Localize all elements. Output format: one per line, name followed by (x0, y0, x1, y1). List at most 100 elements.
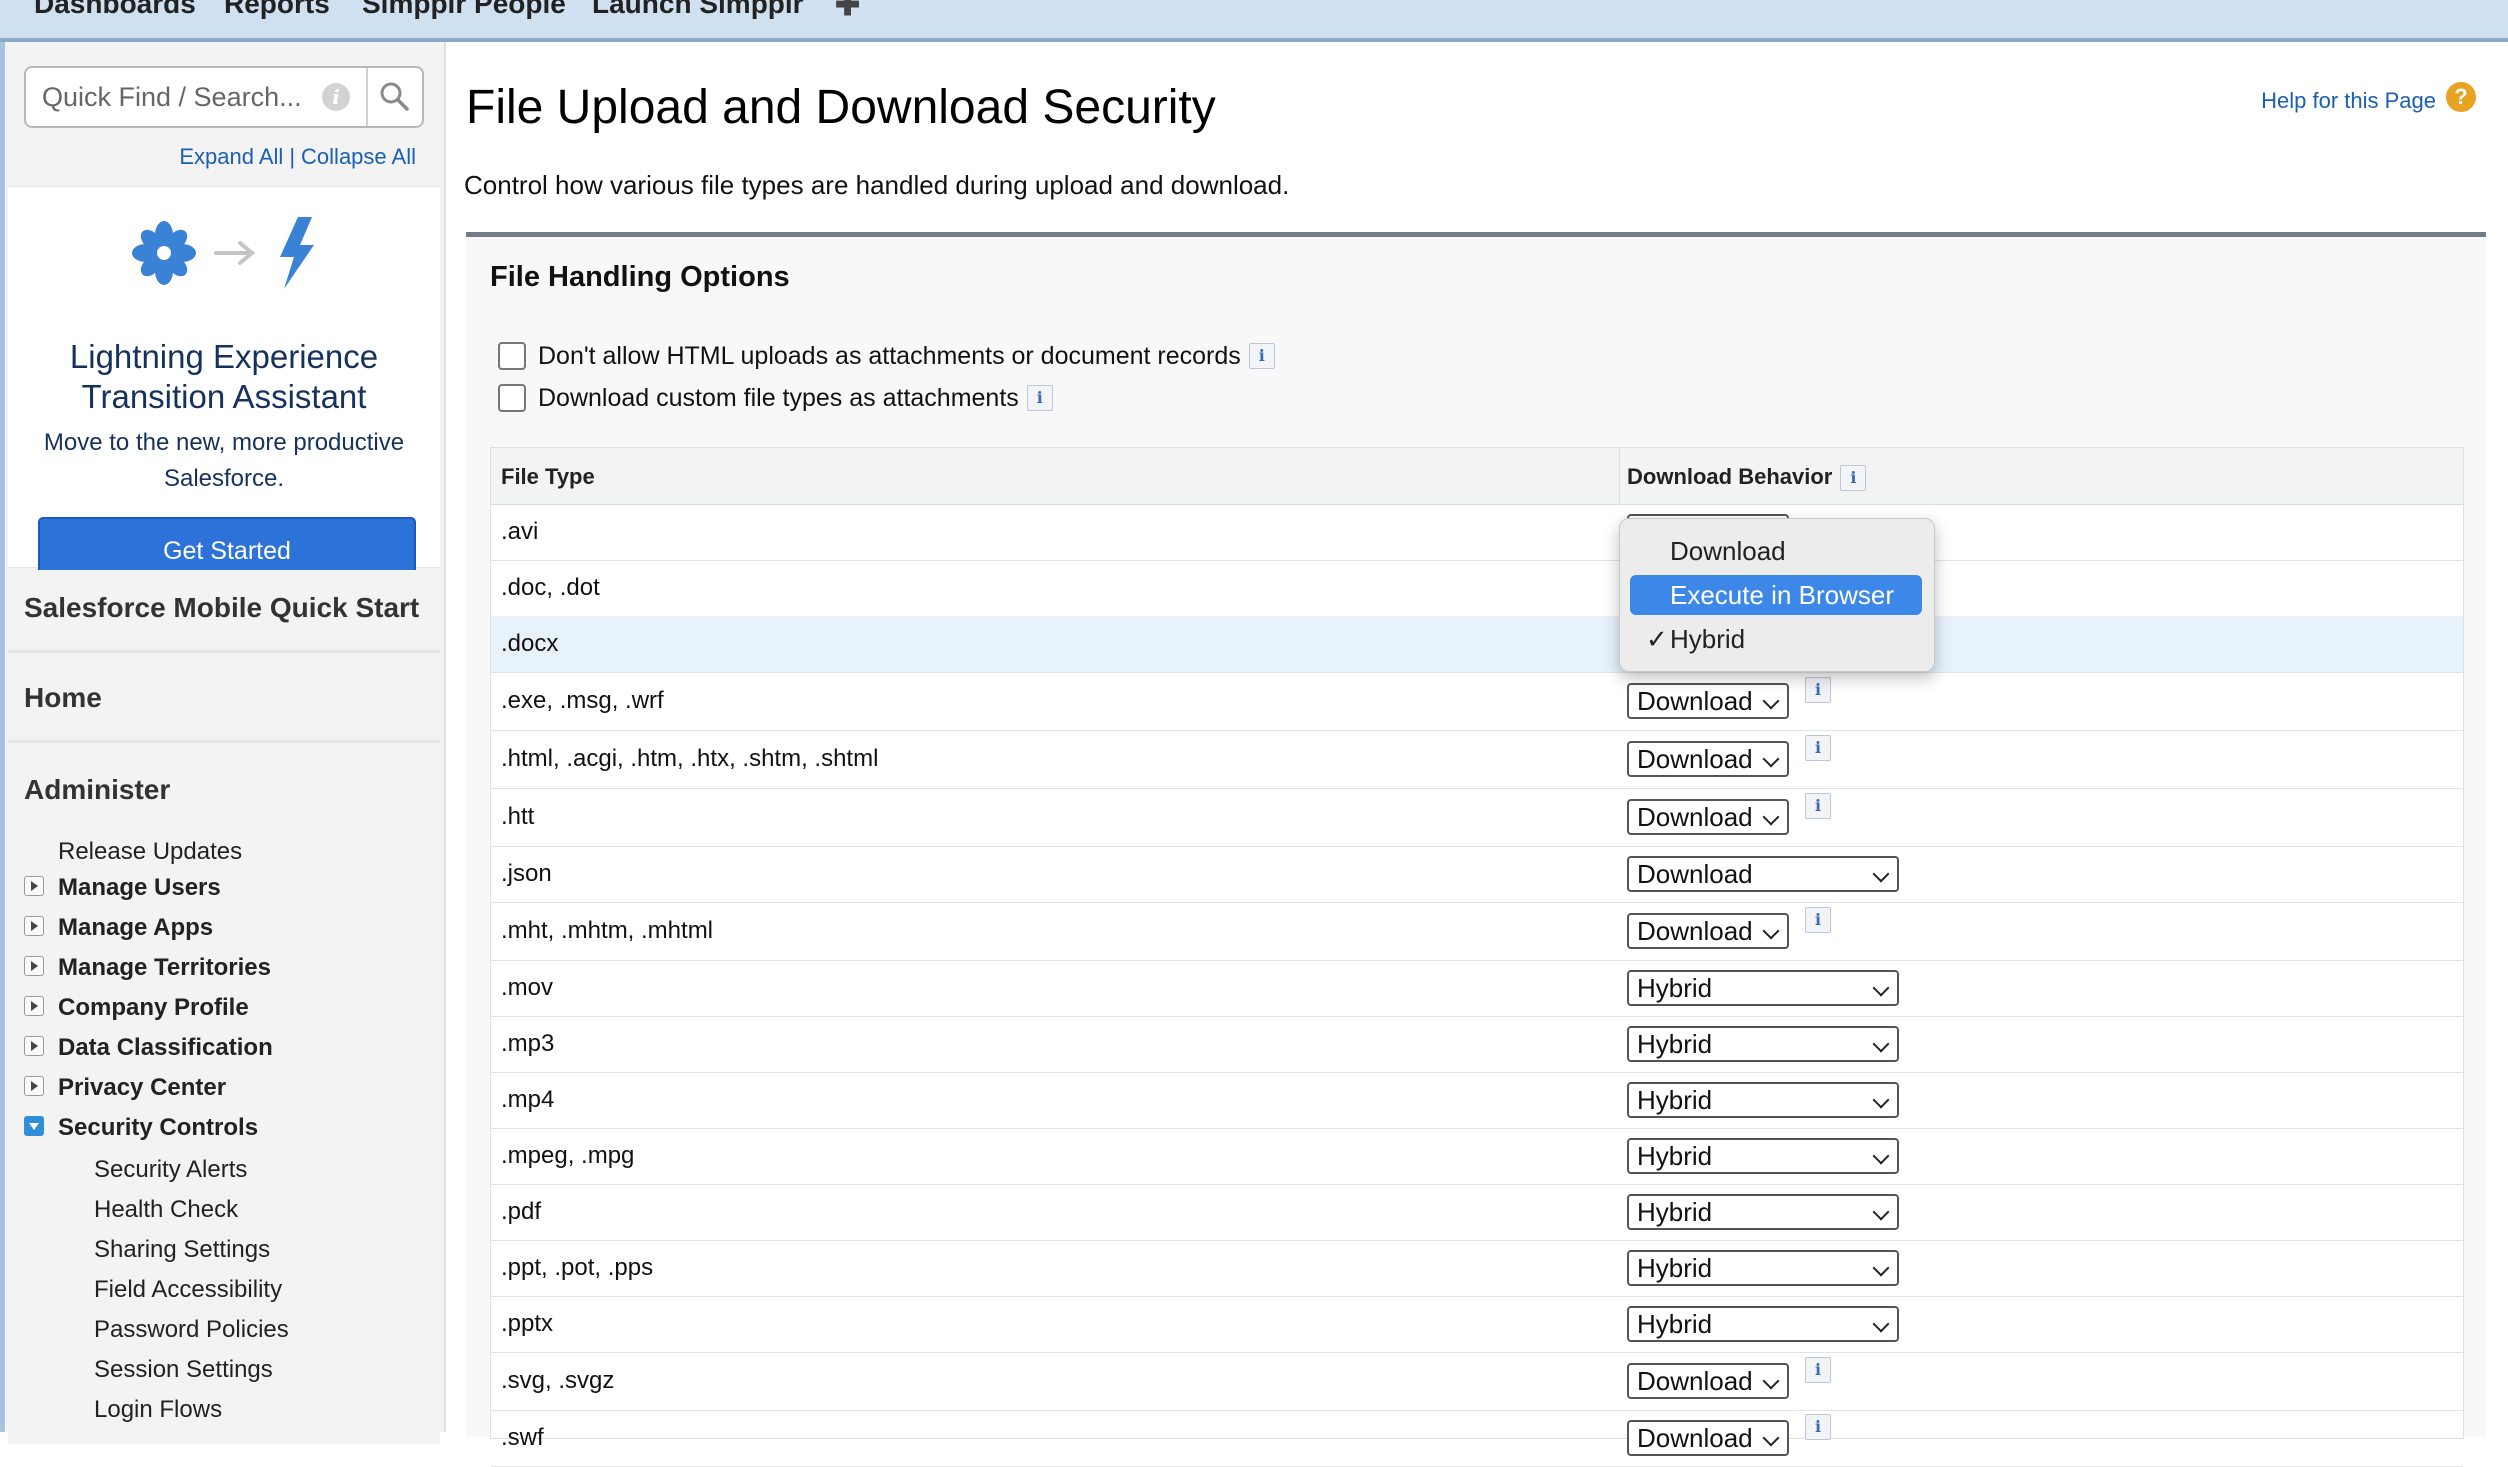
expand-all-link[interactable]: Expand All (179, 144, 283, 169)
no-html-uploads-checkbox[interactable] (498, 342, 526, 371)
download-behavior-select[interactable]: Download (1627, 683, 1789, 719)
panel-title: File Handling Options (490, 261, 790, 293)
company-profile-link[interactable]: Company Profile (58, 994, 249, 1022)
expand-triangle-icon[interactable] (24, 916, 44, 936)
file-type-cell: .mov (501, 974, 554, 1001)
session-settings-link[interactable]: Session Settings (94, 1356, 273, 1384)
chevron-down-icon (1762, 1429, 1780, 1447)
download-behavior-select[interactable]: Download (1627, 1420, 1789, 1456)
help-icon[interactable]: ? (2446, 82, 2476, 112)
download-behavior-select[interactable]: Download (1627, 913, 1789, 949)
table-row: .swf Download i (491, 1410, 2463, 1467)
download-behavior-select[interactable]: Download (1627, 799, 1789, 835)
home-section[interactable]: Home (8, 654, 440, 743)
option-label: Download custom file types as attachment… (538, 383, 1019, 412)
manage-users-link[interactable]: Manage Users (58, 874, 221, 902)
download-behavior-select[interactable]: Hybrid (1627, 970, 1899, 1006)
expand-triangle-icon[interactable] (24, 996, 44, 1016)
help-for-this-page-link[interactable]: Help for this Page (2261, 88, 2436, 114)
download-behavior-select[interactable]: Download (1627, 741, 1789, 777)
expand-triangle-icon[interactable] (24, 1076, 44, 1096)
home-link[interactable]: Home (24, 682, 102, 714)
expand-triangle-icon[interactable] (24, 876, 44, 896)
table-row: .exe, .msg, .wrf Download i (491, 672, 2463, 731)
table-row: .json Download (491, 846, 2463, 903)
info-icon[interactable]: i (1805, 1414, 1831, 1440)
collapse-triangle-icon[interactable] (24, 1116, 44, 1136)
plus-icon[interactable]: ✚ (835, 0, 860, 23)
select-value: Download (1637, 744, 1753, 774)
download-behavior-select[interactable]: Hybrid (1627, 1082, 1899, 1118)
tab-simpplr-people[interactable]: Simpplr People (362, 0, 566, 20)
tab-reports[interactable]: Reports (224, 0, 330, 20)
select-value: Download (1637, 1423, 1753, 1453)
download-behavior-select[interactable]: Download (1627, 856, 1899, 892)
table-row: .mht, .mhtm, .mhtml Download i (491, 902, 2463, 961)
info-icon[interactable]: i (1248, 343, 1275, 370)
option-custom-file-types: Download custom file types as attachment… (498, 383, 1053, 413)
file-type-cell: .htt (501, 803, 535, 830)
password-policies-link[interactable]: Password Policies (94, 1316, 289, 1344)
info-icon[interactable]: i (1805, 793, 1831, 819)
info-icon[interactable]: i (1840, 465, 1867, 492)
manage-territories-link[interactable]: Manage Territories (58, 954, 271, 982)
table-row: .html, .acgi, .htm, .htx, .shtm, .shtml D… (491, 730, 2463, 789)
manage-apps-link[interactable]: Manage Apps (58, 914, 213, 942)
table-header: File Type Download Behavior i (491, 448, 2463, 505)
table-row: .pptx Hybrid (491, 1296, 2463, 1353)
collapse-all-link[interactable]: Collapse All (301, 144, 416, 169)
info-icon[interactable]: i (1805, 735, 1831, 761)
file-type-cell: .svg, .svgz (501, 1367, 615, 1394)
quick-find-box: i (24, 66, 424, 128)
expand-triangle-icon[interactable] (24, 956, 44, 976)
health-check-link[interactable]: Health Check (94, 1196, 238, 1224)
file-type-cell: .mht, .mhtm, .mhtml (501, 917, 714, 944)
option-text: Download (1670, 536, 1786, 566)
lightning-sub-line1: Move to the new, more productive (43, 429, 405, 456)
search-icon[interactable] (378, 80, 410, 112)
select-value: Download (1637, 916, 1753, 946)
data-classification-link[interactable]: Data Classification (58, 1034, 273, 1062)
info-icon[interactable]: i (322, 83, 350, 111)
lightning-title-line1: Lightning Experience (69, 338, 379, 375)
info-icon[interactable]: i (1805, 677, 1831, 703)
download-behavior-select[interactable]: Hybrid (1627, 1138, 1899, 1174)
login-flows-link[interactable]: Login Flows (94, 1396, 222, 1424)
info-icon[interactable]: i (1805, 1357, 1831, 1383)
security-alerts-link[interactable]: Security Alerts (94, 1156, 247, 1184)
download-behavior-select[interactable]: Hybrid (1627, 1026, 1899, 1062)
download-behavior-select[interactable]: Hybrid (1627, 1306, 1899, 1342)
mobile-quick-start-section[interactable]: Salesforce Mobile Quick Start (8, 570, 440, 653)
info-icon[interactable]: i (1026, 385, 1053, 412)
option-text: Execute in Browser (1670, 580, 1894, 610)
file-type-cell: .json (501, 860, 552, 887)
field-accessibility-link[interactable]: Field Accessibility (94, 1276, 282, 1304)
download-behavior-select[interactable]: Download (1627, 1363, 1789, 1399)
download-behavior-select[interactable]: Hybrid (1627, 1250, 1899, 1286)
quick-find-input[interactable] (40, 76, 334, 118)
table-row: .mov Hybrid (491, 960, 2463, 1017)
tab-dashboards[interactable]: Dashboards (34, 0, 196, 20)
file-type-table: File Type Download Behaviori .aviHybrid.… (490, 447, 2464, 1467)
expand-triangle-icon[interactable] (24, 1036, 44, 1056)
info-icon[interactable]: i (1805, 907, 1831, 933)
sharing-settings-link[interactable]: Sharing Settings (94, 1236, 270, 1264)
release-updates-link[interactable]: Release Updates (58, 838, 242, 866)
file-type-cell: .ppt, .pot, .pps (501, 1254, 654, 1281)
chevron-down-icon (1872, 979, 1890, 997)
chevron-down-icon (1762, 1372, 1780, 1390)
dropdown-option-execute-in-browser[interactable]: Execute in Browser (1630, 575, 1922, 615)
dropdown-option-download[interactable]: Download (1630, 531, 1922, 571)
tab-launch-simpplr[interactable]: Launch Simpplr (592, 0, 804, 20)
privacy-center-link[interactable]: Privacy Center (58, 1074, 226, 1102)
download-behavior-select[interactable]: Hybrid (1627, 1194, 1899, 1230)
chevron-down-icon (1762, 750, 1780, 768)
expand-collapse-links: Expand All | Collapse All (179, 144, 416, 170)
custom-file-types-checkbox[interactable] (498, 384, 526, 413)
select-value: Download (1637, 686, 1753, 716)
chevron-down-icon (1872, 1091, 1890, 1109)
mobile-quick-start-link[interactable]: Salesforce Mobile Quick Start (24, 592, 419, 624)
security-controls-link[interactable]: Security Controls (58, 1114, 258, 1142)
select-value: Hybrid (1637, 1141, 1713, 1171)
dropdown-option-hybrid[interactable]: ✓ Hybrid (1630, 619, 1922, 659)
